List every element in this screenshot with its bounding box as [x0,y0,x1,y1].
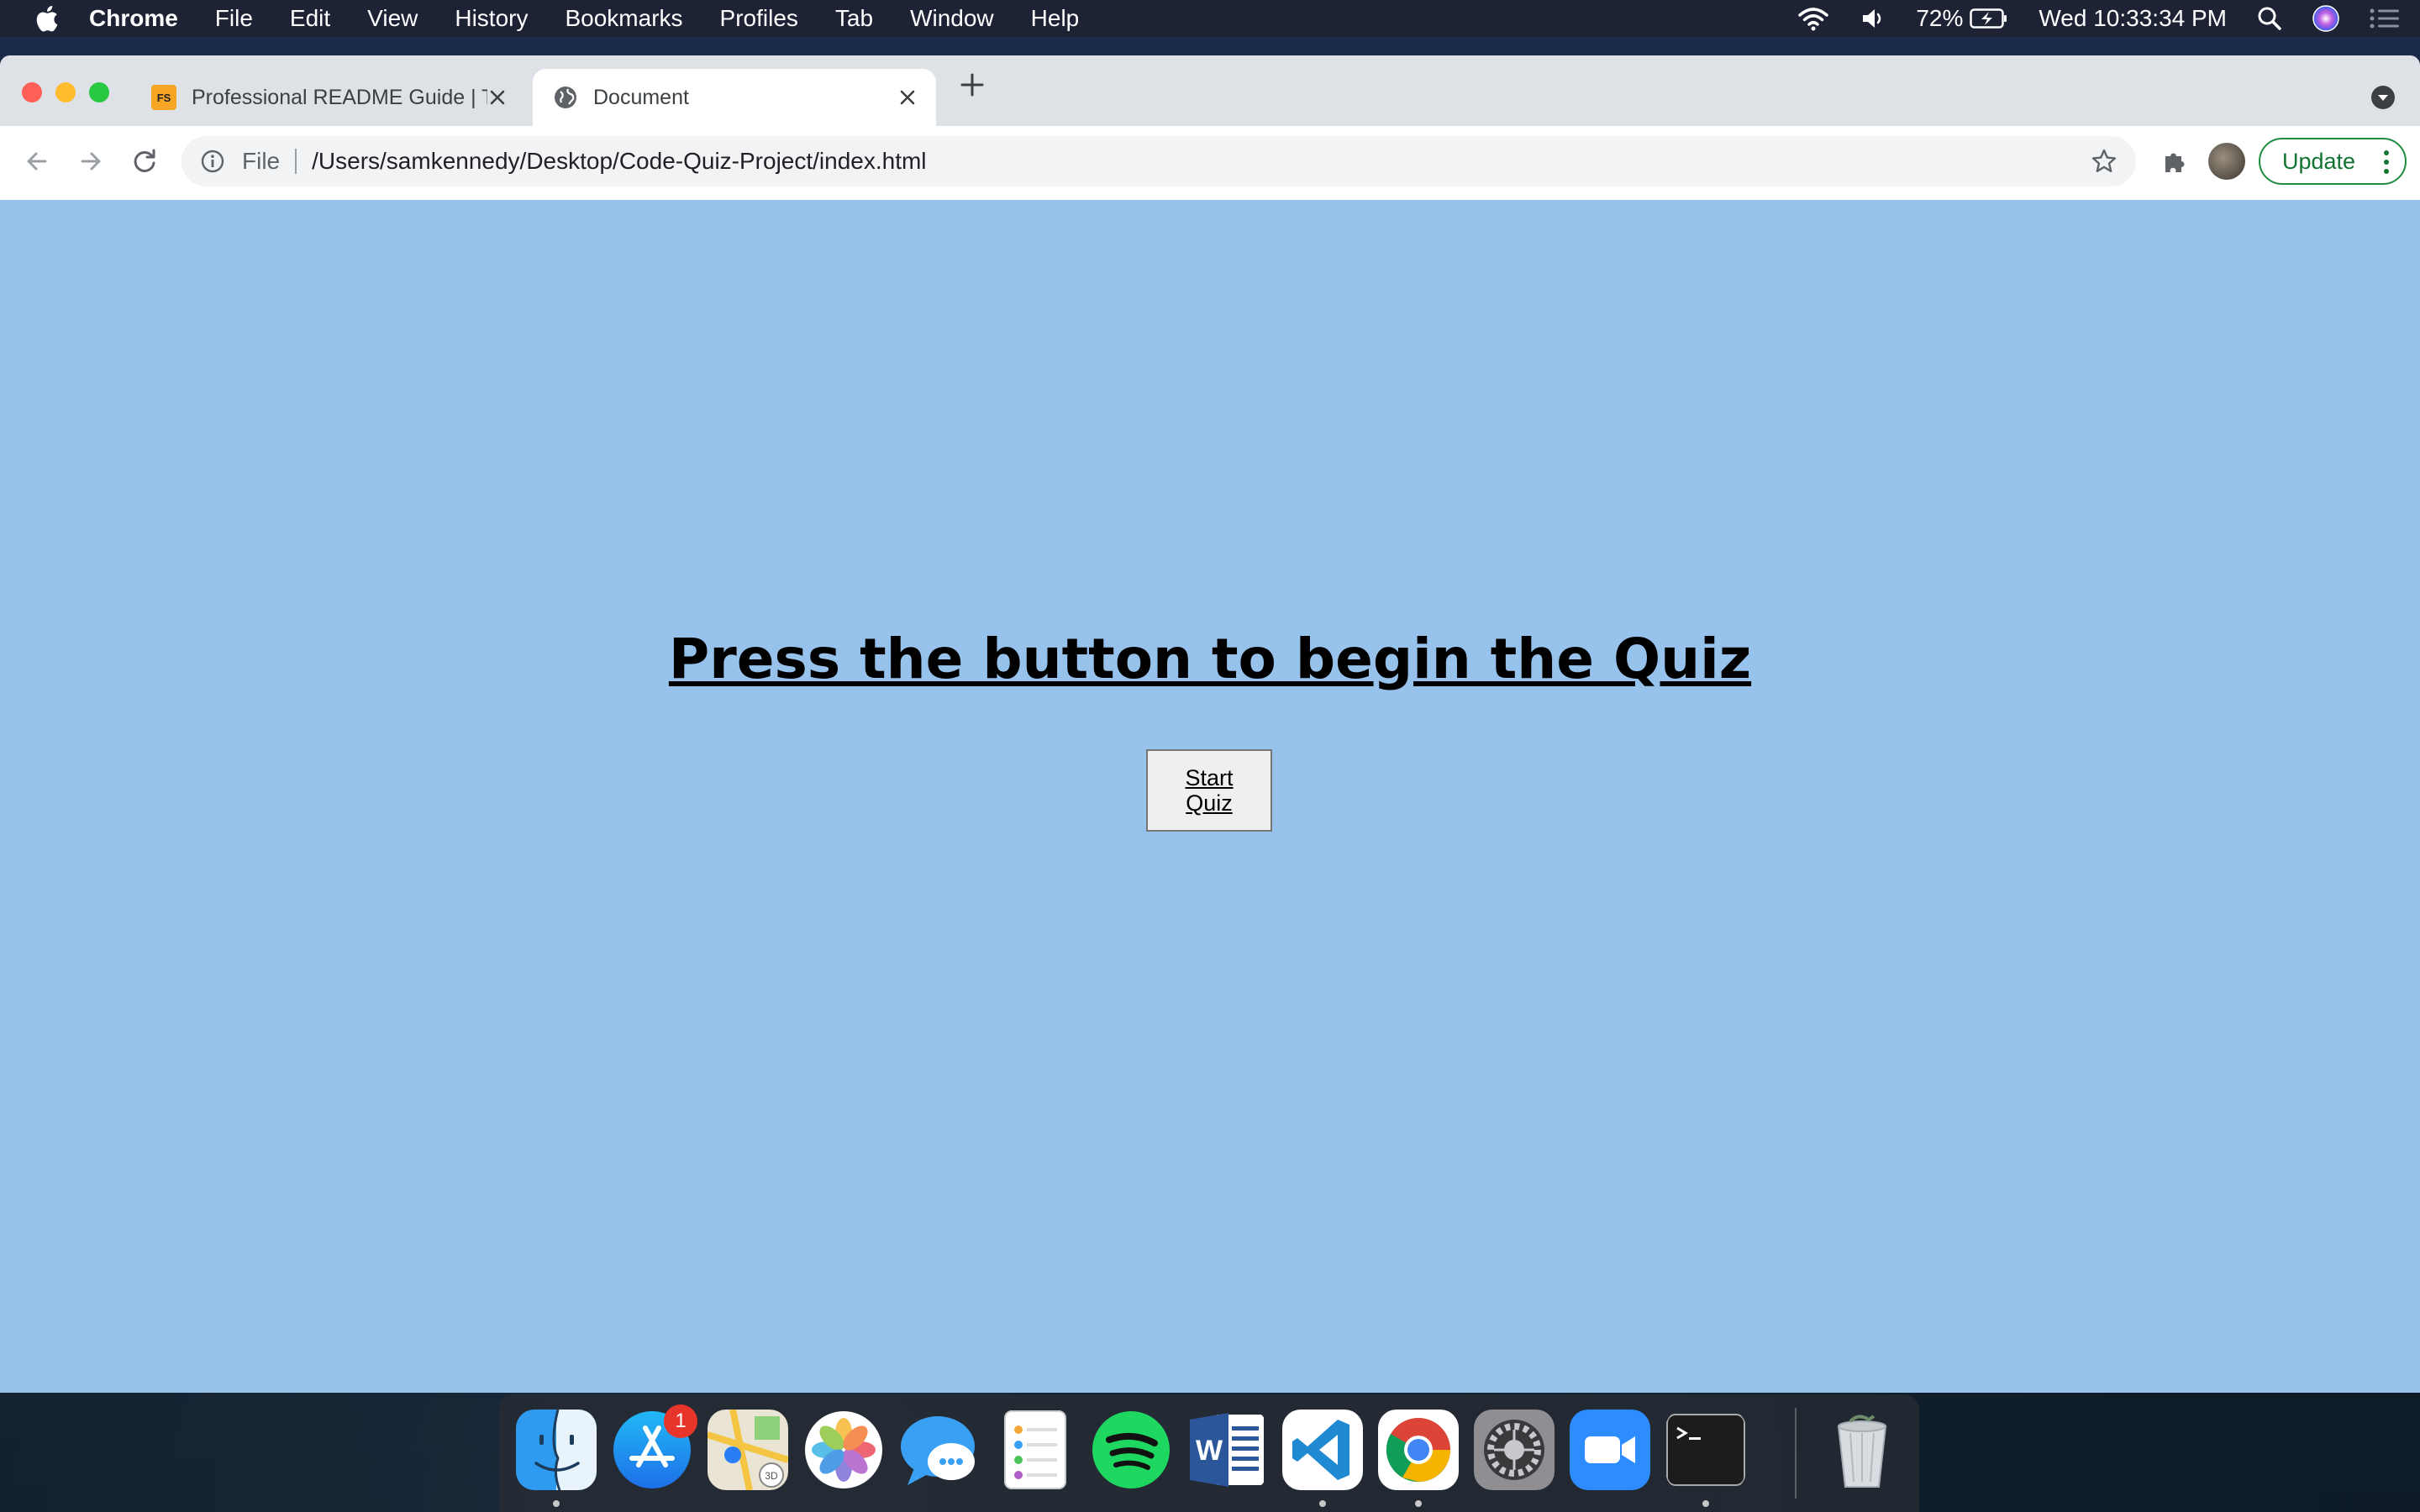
fs-favicon-text: FS [157,92,171,104]
profile-avatar[interactable] [2208,143,2245,180]
menu-bar: Chrome File Edit View History Bookmarks … [0,0,2420,37]
running-indicator [553,1500,560,1507]
tab-search-dropdown-icon[interactable] [2370,84,2396,111]
clock[interactable]: Wed 10:33:34 PM [2039,5,2227,32]
microsoft-word-icon[interactable]: W [1186,1410,1267,1490]
messages-icon[interactable] [899,1410,980,1490]
trash-icon[interactable] [1822,1410,1902,1490]
maximize-window-button[interactable] [89,82,109,102]
reminders-icon[interactable] [995,1410,1076,1490]
minimize-window-button[interactable] [55,82,76,102]
fs-favicon-icon: FS [151,85,176,110]
tab-title: Professional README Guide | T [192,85,487,109]
photos-icon[interactable] [803,1410,884,1490]
tab-document[interactable]: Document [533,69,936,126]
address-divider [295,149,297,174]
wifi-icon[interactable] [1797,6,1830,31]
notification-center-icon[interactable] [2370,8,2400,29]
vscode-icon[interactable] [1282,1410,1363,1490]
new-tab-plus-icon[interactable] [960,72,985,97]
close-tab-icon[interactable] [896,86,919,109]
terminal-icon[interactable] [1665,1410,1746,1490]
menu-tab[interactable]: Tab [835,5,873,32]
forward-arrow-icon[interactable] [74,144,108,178]
dock-separator [1795,1408,1797,1499]
page-heading: Press the button to begin the Quiz [668,627,1752,691]
address-scheme-label: File [242,148,281,174]
tab-readme-guide[interactable]: FS Professional README Guide | T [148,69,526,126]
finder-icon[interactable] [516,1410,597,1490]
update-button-label: Update [2282,148,2356,174]
browser-toolbar: File /Users/samkennedy/Desktop/Code-Quiz… [0,126,2420,201]
bookmark-star-icon[interactable] [2091,148,2118,175]
running-indicator [1702,1500,1709,1507]
extensions-puzzle-icon[interactable] [2158,144,2191,178]
menu-help[interactable]: Help [1031,5,1080,32]
tab-strip: FS Professional README Guide | T Documen… [0,55,2420,126]
menu-history[interactable]: History [455,5,528,32]
dock: 1 3D W [499,1394,1919,1512]
spotify-icon[interactable] [1091,1410,1171,1490]
more-vert-icon[interactable] [2383,150,2390,175]
menu-file[interactable]: File [215,5,253,32]
app-store-badge: 1 [664,1404,697,1438]
menu-edit[interactable]: Edit [290,5,330,32]
menu-bookmarks[interactable]: Bookmarks [565,5,682,32]
update-button[interactable]: Update [2259,138,2407,185]
reload-icon[interactable] [128,144,161,178]
running-indicator [1415,1500,1422,1507]
spotlight-search-icon[interactable] [2257,6,2282,31]
volume-icon[interactable] [1860,7,1886,30]
page-viewport: Press the button to begin the Quiz Start… [0,200,2420,1393]
svg-text:3D: 3D [765,1470,778,1482]
maps-icon[interactable]: 3D [708,1410,788,1490]
system-preferences-gear-icon[interactable] [1474,1410,1555,1490]
start-quiz-button[interactable]: Start Quiz [1146,749,1272,832]
siri-icon[interactable] [2312,5,2339,32]
zoom-icon[interactable] [1570,1410,1650,1490]
back-arrow-icon[interactable] [20,144,54,178]
menu-view[interactable]: View [367,5,418,32]
menu-profiles[interactable]: Profiles [720,5,798,32]
globe-icon [555,87,576,108]
close-window-button[interactable] [22,82,42,102]
address-url[interactable]: /Users/samkennedy/Desktop/Code-Quiz-Proj… [312,148,926,175]
svg-text:W: W [1196,1435,1223,1467]
battery-charging-icon[interactable] [1970,8,2008,29]
menu-app-name[interactable]: Chrome [89,5,178,32]
browser-window: FS Professional README Guide | T Documen… [0,55,2420,1393]
close-tab-icon[interactable] [486,86,509,109]
menu-window[interactable]: Window [910,5,994,32]
apple-icon[interactable] [32,3,60,34]
address-bar[interactable]: File /Users/samkennedy/Desktop/Code-Quiz… [182,136,2136,186]
info-icon[interactable] [200,149,225,174]
battery-percent[interactable]: 72% [1916,5,1963,32]
tab-title: Document [593,85,689,109]
google-chrome-icon[interactable] [1378,1410,1459,1490]
running-indicator [1319,1500,1326,1507]
